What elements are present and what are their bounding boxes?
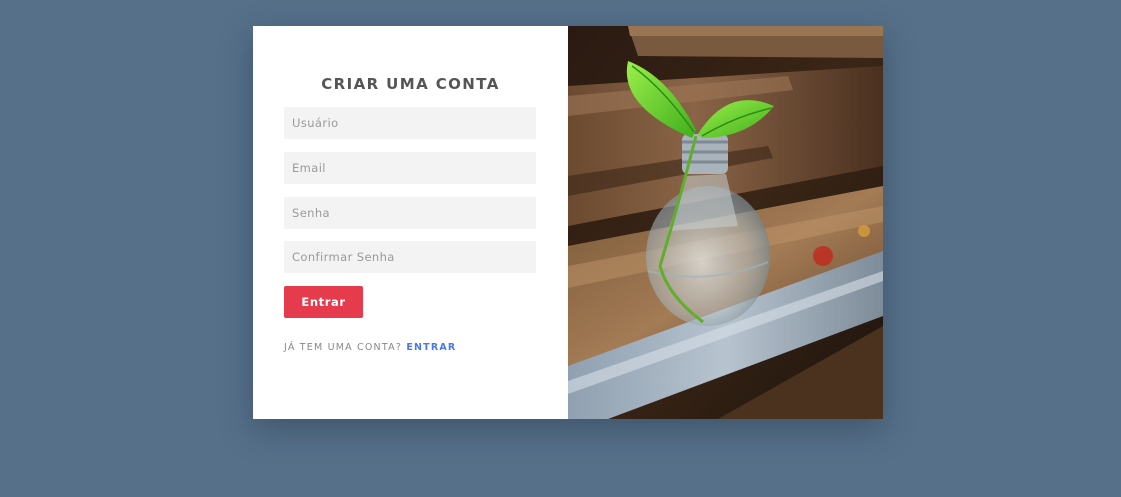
signup-card: CRIAR UMA CONTA Entrar JÁ TEM UMA CONTA?… <box>253 26 883 419</box>
lightbulb-plant-photo <box>568 26 883 419</box>
email-input[interactable] <box>284 152 536 184</box>
username-input[interactable] <box>284 107 536 139</box>
form-title: CRIAR UMA CONTA <box>321 75 500 93</box>
login-prompt-text: JÁ TEM UMA CONTA? <box>284 342 403 353</box>
submit-button[interactable]: Entrar <box>284 286 363 318</box>
password-input[interactable] <box>284 197 536 229</box>
confirm-password-input[interactable] <box>284 241 536 273</box>
signup-form: CRIAR UMA CONTA Entrar JÁ TEM UMA CONTA?… <box>253 26 568 419</box>
login-prompt: JÁ TEM UMA CONTA? ENTRAR <box>284 342 456 353</box>
login-link[interactable]: ENTRAR <box>406 342 456 353</box>
